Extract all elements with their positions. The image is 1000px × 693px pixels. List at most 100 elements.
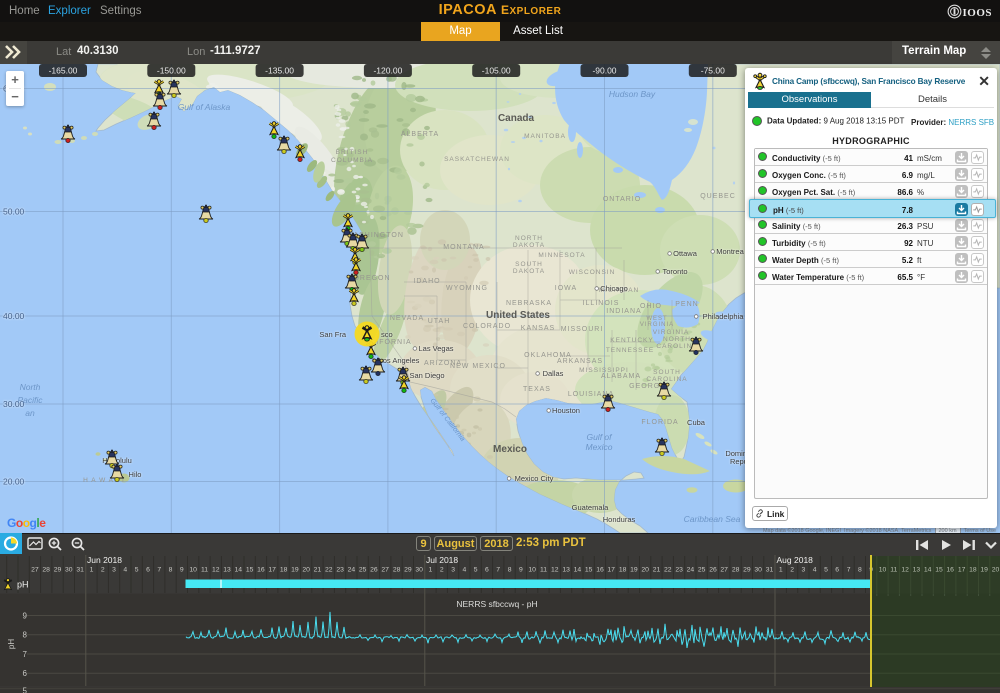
svg-text:1: 1 [429,567,433,574]
svg-text:10: 10 [528,567,536,574]
svg-text:5: 5 [824,567,828,574]
svg-text:TENNESSEE: TENNESSEE [606,347,654,354]
svg-text:ILLINOIS: ILLINOIS [583,300,620,307]
svg-text:CAROLINA: CAROLINA [646,376,687,383]
svg-text:Jul 2018: Jul 2018 [426,555,458,565]
svg-text:QUEBEC: QUEBEC [700,193,736,200]
svg-text:Las Vegas: Las Vegas [418,344,453,353]
svg-text:8: 8 [169,567,173,574]
svg-text:15: 15 [585,567,593,574]
svg-text:San Fra: San Fra [319,330,347,339]
svg-text:COLUMBIA: COLUMBIA [331,157,373,164]
svg-text:-150.00: -150.00 [157,66,186,76]
svg-text:Pacific: Pacific [17,395,43,405]
svg-text:20.00: 20.00 [3,477,25,487]
svg-text:10: 10 [879,567,887,574]
svg-text:United States: United States [486,310,550,321]
svg-text:24: 24 [687,567,695,574]
svg-text:25: 25 [698,567,706,574]
svg-text:15: 15 [246,567,254,574]
svg-text:27: 27 [720,567,728,574]
svg-text:19: 19 [291,567,299,574]
svg-text:5: 5 [23,687,28,693]
svg-text:NORTH: NORTH [515,235,543,242]
svg-text:4: 4 [123,567,127,574]
svg-text:UTAH: UTAH [428,318,451,325]
svg-text:29: 29 [404,567,412,574]
svg-text:-165.00: -165.00 [49,66,78,76]
svg-text:KENTUCKY: KENTUCKY [610,337,653,344]
svg-text:21: 21 [653,567,661,574]
svg-text:28: 28 [42,567,50,574]
svg-text:WISCONSIN: WISCONSIN [569,269,616,276]
svg-text:VIRGINIA: VIRGINIA [653,329,690,336]
svg-text:28: 28 [393,567,401,574]
svg-text:PENN: PENN [675,301,698,308]
svg-text:NEW MEXICO: NEW MEXICO [450,363,506,370]
svg-text:NEBRASKA: NEBRASKA [506,300,552,307]
svg-text:Dallas: Dallas [543,369,564,378]
svg-text:NORTH: NORTH [663,336,691,343]
svg-text:18: 18 [619,567,627,574]
svg-text:Toronto: Toronto [662,267,687,276]
svg-text:9: 9 [180,567,184,574]
svg-text:31: 31 [766,567,774,574]
svg-text:12: 12 [901,567,909,574]
svg-text:19: 19 [980,567,988,574]
svg-text:16: 16 [946,567,954,574]
svg-text:Cuba: Cuba [687,418,706,427]
svg-text:8: 8 [508,567,512,574]
svg-text:2: 2 [101,567,105,574]
svg-text:3: 3 [451,567,455,574]
svg-text:OREGON: OREGON [353,275,390,282]
svg-text:23: 23 [675,567,683,574]
svg-text:Canada: Canada [498,113,535,124]
svg-text:MANITOBA: MANITOBA [524,133,566,140]
svg-text:MONTANA: MONTANA [443,244,484,251]
svg-text:19: 19 [630,567,638,574]
svg-text:20: 20 [992,567,1000,574]
svg-text:6: 6 [835,567,839,574]
svg-text:BRITISH: BRITISH [336,149,369,156]
svg-text:ALABAMA: ALABAMA [601,373,641,380]
svg-text:26: 26 [709,567,717,574]
svg-text:Hilo: Hilo [129,470,142,479]
svg-text:pH: pH [7,639,16,649]
svg-text:3: 3 [802,567,806,574]
svg-text:31: 31 [76,567,84,574]
svg-text:40.00: 40.00 [3,311,25,321]
svg-text:14: 14 [574,567,582,574]
svg-text:7: 7 [157,567,161,574]
svg-text:NEVADA: NEVADA [390,315,424,322]
svg-text:IFORNIA: IFORNIA [376,339,411,346]
svg-text:Mexico: Mexico [586,442,613,452]
svg-text:-75.00: -75.00 [701,66,725,76]
svg-text:DAKOTA: DAKOTA [513,268,545,275]
svg-text:24: 24 [348,567,356,574]
svg-text:Hudson Bay: Hudson Bay [609,89,656,99]
svg-text:North: North [20,382,41,392]
svg-text:22: 22 [325,567,333,574]
svg-text:SOUTH: SOUTH [653,369,681,376]
svg-text:-135.00: -135.00 [265,66,294,76]
svg-text:Aug 2018: Aug 2018 [777,555,814,565]
svg-text:8: 8 [858,567,862,574]
svg-text:22: 22 [664,567,672,574]
svg-text:29: 29 [743,567,751,574]
svg-text:9: 9 [23,612,28,621]
svg-text:30: 30 [415,567,423,574]
svg-text:KANSAS: KANSAS [521,325,555,332]
svg-text:11: 11 [890,567,897,574]
svg-text:27: 27 [31,567,39,574]
svg-text:MISSOURI: MISSOURI [561,326,604,333]
svg-text:FLORIDA: FLORIDA [641,419,678,426]
svg-text:6: 6 [485,567,489,574]
svg-text:17: 17 [268,567,276,574]
svg-text:20: 20 [302,567,310,574]
svg-text:28: 28 [732,567,740,574]
svg-text:Guatemala: Guatemala [572,503,610,512]
svg-text:50.00: 50.00 [3,207,25,217]
svg-text:4: 4 [813,567,817,574]
svg-text:ARKANSAS: ARKANSAS [557,358,603,365]
svg-text:-105.00: -105.00 [482,66,511,76]
